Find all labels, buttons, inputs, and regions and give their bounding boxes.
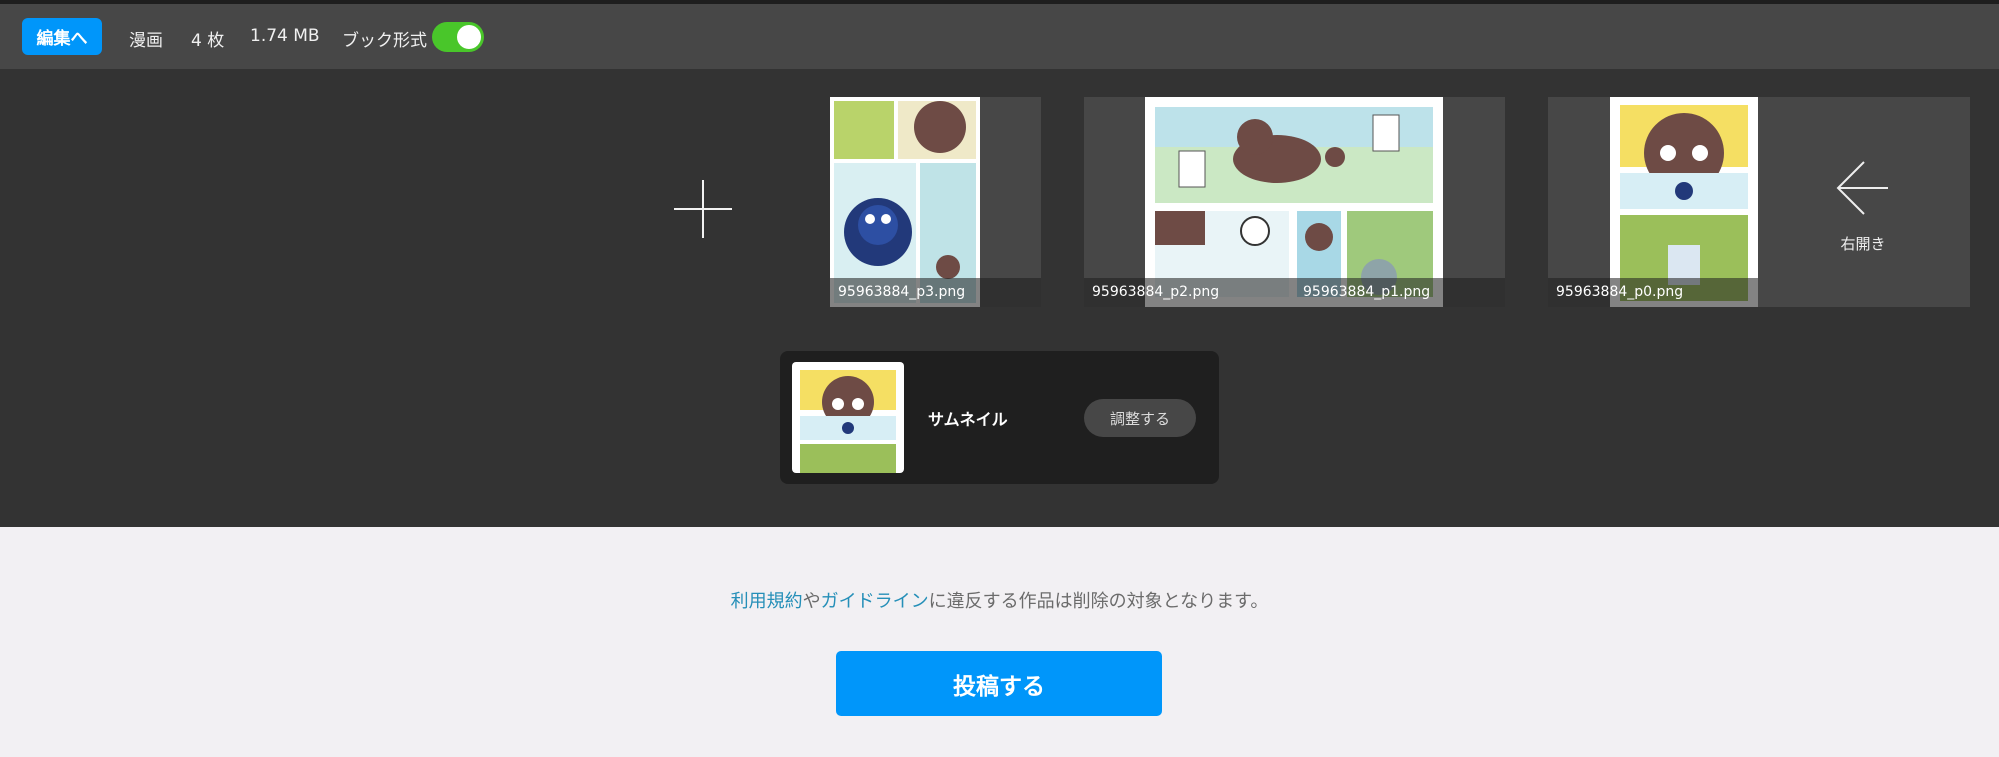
file-size-label: 1.74 MB — [250, 26, 320, 46]
book-format-toggle[interactable] — [432, 22, 484, 52]
page-filename: 95963884_p1.png — [1295, 278, 1505, 307]
toggle-knob — [457, 25, 481, 49]
guideline-link[interactable]: ガイドライン — [821, 591, 929, 612]
page-image-p2-p1[interactable] — [1145, 97, 1443, 307]
edit-button[interactable]: 編集へ — [22, 18, 102, 55]
thumbnail-panel: サムネイル 調整する — [780, 351, 1219, 484]
reading-direction[interactable]: 右開き — [1828, 159, 1898, 254]
notice-connector: や — [802, 591, 821, 612]
page-image-p3[interactable] — [830, 97, 980, 307]
page-filename: 95963884_p0.png — [1548, 278, 1758, 307]
submit-button[interactable]: 投稿する — [836, 651, 1162, 716]
top-bar: 編集へ 漫画 4 枚 1.74 MB ブック形式 — [0, 0, 1999, 69]
thumbnail-label: サムネイル — [928, 410, 1008, 429]
book-format-label: ブック形式 — [342, 31, 427, 51]
work-type-label: 漫画 — [129, 31, 163, 51]
page-editor: 95963884_p3.png 95963884_p2.png 95963884… — [0, 69, 1999, 527]
page-count-label: 4 枚 — [191, 31, 225, 51]
reading-direction-label: 右開き — [1840, 235, 1886, 253]
notice-text: に違反する作品は削除の対象となります。 — [928, 591, 1269, 612]
page-image-p0[interactable] — [1610, 97, 1758, 307]
adjust-thumbnail-button[interactable]: 調整する — [1084, 399, 1196, 437]
thumbnail-image[interactable] — [792, 362, 904, 473]
page-filename: 95963884_p2.png — [1084, 278, 1295, 307]
page-filename: 95963884_p3.png — [830, 278, 1041, 307]
terms-notice: 利用規約やガイドラインに違反する作品は削除の対象となります。 — [0, 587, 1999, 613]
add-page-icon[interactable] — [668, 174, 738, 244]
terms-link[interactable]: 利用規約 — [731, 591, 803, 612]
arrow-left-icon — [1836, 161, 1888, 215]
